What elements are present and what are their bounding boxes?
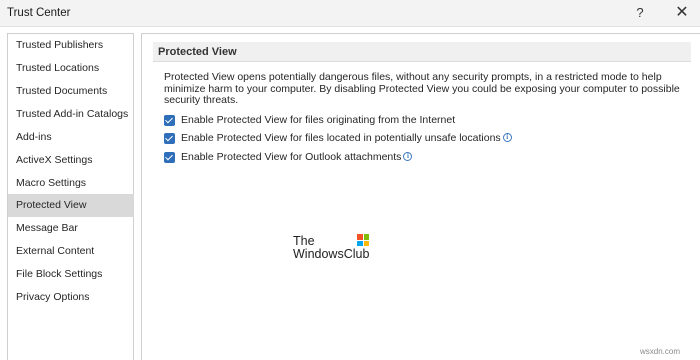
info-icon[interactable]: i bbox=[403, 152, 413, 161]
sidebar-nav: Trusted Publishers Trusted Locations Tru… bbox=[7, 33, 134, 360]
sidebar-item-trusted-publishers[interactable]: Trusted Publishers bbox=[8, 34, 134, 57]
option-label: Enable Protected View for files originat… bbox=[181, 114, 456, 126]
option-label: Enable Protected View for Outlook attach… bbox=[181, 151, 413, 163]
sidebar-item-macro-settings[interactable]: Macro Settings bbox=[8, 172, 134, 195]
sidebar-item-activex-settings[interactable]: ActiveX Settings bbox=[8, 149, 134, 172]
help-button[interactable]: ? bbox=[629, 4, 651, 22]
title-bar: Trust Center ? ✕ bbox=[0, 0, 700, 27]
sidebar-item-privacy-options[interactable]: Privacy Options bbox=[8, 286, 134, 309]
section-title: Protected View bbox=[158, 46, 237, 58]
option-text: Enable Protected View for Outlook attach… bbox=[181, 151, 402, 163]
sidebar-item-external-content[interactable]: External Content bbox=[8, 240, 134, 263]
checkbox-outlook-attachments[interactable] bbox=[164, 152, 175, 163]
sidebar-item-protected-view[interactable]: Protected View bbox=[8, 194, 134, 217]
section-description: Protected View opens potentially dangero… bbox=[164, 71, 680, 106]
checkbox-internet-files[interactable] bbox=[164, 115, 175, 126]
section-header: Protected View bbox=[153, 42, 691, 62]
windows-logo-icon bbox=[357, 234, 369, 246]
settings-panel: Protected View Protected View opens pote… bbox=[141, 33, 700, 360]
close-button[interactable]: ✕ bbox=[671, 4, 693, 22]
sidebar-item-file-block-settings[interactable]: File Block Settings bbox=[8, 263, 134, 286]
info-icon[interactable]: i bbox=[502, 133, 512, 142]
site-watermark: wsxdn.com bbox=[640, 347, 681, 356]
watermark-line-2: WindowsClub bbox=[293, 247, 370, 261]
sidebar-item-trusted-add-in-catalogs[interactable]: Trusted Add-in Catalogs bbox=[8, 103, 134, 126]
sidebar-item-message-bar[interactable]: Message Bar bbox=[8, 217, 134, 240]
option-text: Enable Protected View for files located … bbox=[181, 132, 501, 144]
option-label: Enable Protected View for files located … bbox=[181, 132, 512, 144]
window-title: Trust Center bbox=[7, 7, 71, 19]
sidebar-item-trusted-locations[interactable]: Trusted Locations bbox=[8, 57, 134, 80]
sidebar-item-add-ins[interactable]: Add-ins bbox=[8, 126, 134, 149]
sidebar-item-trusted-documents[interactable]: Trusted Documents bbox=[8, 80, 134, 103]
checkbox-unsafe-locations[interactable] bbox=[164, 133, 175, 144]
